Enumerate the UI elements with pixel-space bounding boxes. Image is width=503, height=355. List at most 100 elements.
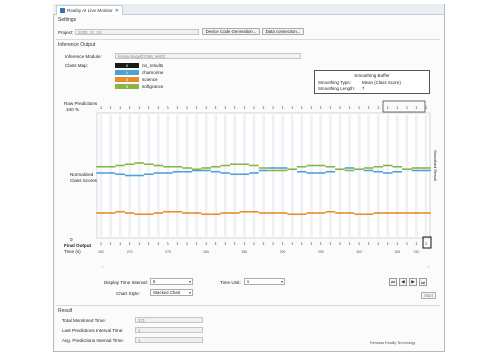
- smoothing-buffer-title: Smoothing Buffer: [354, 73, 390, 78]
- time-unit-label: Time Unit:: [220, 280, 241, 285]
- prediction-column: [99, 114, 103, 237]
- final-output-value: 1: [310, 241, 313, 246]
- tab-live-monitor[interactable]: Reality AI Live Monitor ✕: [56, 5, 123, 15]
- first-frame-button[interactable]: ⏮: [389, 278, 397, 286]
- raw-prediction-label: 1: [339, 105, 342, 110]
- x-tick-label: 285: [242, 250, 248, 254]
- prediction-column: [271, 114, 275, 237]
- previous-frame-button[interactable]: ◀: [399, 278, 407, 286]
- chart-style-select[interactable]: Stacked Chart ▾: [150, 289, 193, 296]
- chart-style-value: Stacked Chart: [153, 290, 181, 295]
- last-frame-button[interactable]: ⏭: [419, 278, 427, 286]
- final-output-value: 1: [272, 241, 275, 246]
- inference-module-field[interactable]: fortyai-bagel07196_sel02: [115, 53, 301, 59]
- prediction-column: [357, 114, 361, 237]
- x-tick-label: 260: [98, 250, 104, 254]
- prediction-column: [243, 114, 246, 237]
- prediction-column: [195, 114, 198, 237]
- final-output-value: 1: [215, 241, 218, 246]
- display-interval-label: Display Time Interval:: [104, 280, 148, 285]
- smoothing-length-value: 7: [362, 86, 365, 91]
- prediction-column: [310, 114, 313, 237]
- x-tick-label: 280: [203, 250, 209, 254]
- class-map-row: 3 softgrance: [115, 83, 163, 90]
- inference-module-label: Inference Module:: [65, 54, 102, 59]
- final-output-value: 1: [148, 241, 151, 246]
- final-output-value: 1: [176, 241, 179, 246]
- prediction-column: [415, 114, 418, 237]
- raw-prediction-label: 1: [138, 105, 141, 110]
- class-name: softgrance: [142, 84, 164, 89]
- raw-predictions-label: Raw Predictions: [64, 101, 98, 106]
- class-name: science: [142, 77, 158, 82]
- smoothed-result-label: Smoothed Result: [433, 150, 438, 181]
- class-name: chamorine: [142, 70, 164, 75]
- prediction-column: [185, 114, 189, 237]
- monitor-icon: [60, 8, 65, 13]
- prediction-column: [224, 114, 227, 237]
- final-output-value: 1: [396, 241, 399, 246]
- class-map-label: Class Map:: [65, 63, 88, 68]
- raw-prediction-label: 1: [157, 105, 160, 110]
- raw-prediction-label: 1: [234, 105, 237, 110]
- data-connection-button[interactable]: Data connection...: [262, 28, 304, 35]
- start-button[interactable]: Start: [421, 292, 436, 299]
- raw-prediction-label: 1: [119, 105, 122, 110]
- final-output-row: 1 1 1 1 1 1 1 1 1 1 1 1 1 1 1 1 1 1 1 1 1 1 1 1 1 1 1 1 1 1 1 1 1 1 1: [100, 241, 428, 246]
- final-output-value: 1: [119, 241, 122, 246]
- scroll-right-icon[interactable]: ›: [428, 264, 429, 269]
- raw-prediction-label: 1: [310, 105, 313, 110]
- raw-prediction-label: 1: [281, 105, 284, 110]
- total-monitored-time-label: Total Monitored Time:: [62, 318, 106, 323]
- inference-section-title: Inference Output: [58, 42, 96, 48]
- raw-prediction-label: 1: [291, 105, 294, 110]
- device-code-generation-button[interactable]: Device Code Generation...: [202, 28, 260, 35]
- class-map: 0 no_results 1 chamorine 2 science 3 sof…: [115, 62, 163, 90]
- project-field[interactable]: 2025_11_24: [75, 29, 199, 35]
- scroll-left-icon[interactable]: ‹: [102, 264, 103, 269]
- prediction-column: [405, 114, 409, 237]
- final-output-label: Final Output: [64, 243, 92, 248]
- class-map-row: 2 science: [115, 76, 163, 83]
- raw-prediction-label: 1: [367, 105, 370, 110]
- display-interval-select[interactable]: 5 ▾: [150, 278, 193, 285]
- time-unit-value: s: [247, 279, 250, 284]
- raw-prediction-label: 1: [176, 105, 179, 110]
- x-tick-label: 305: [394, 250, 400, 254]
- prediction-column: [176, 114, 179, 237]
- chevron-down-icon: ▾: [280, 279, 283, 284]
- avg-interval-field: 1: [135, 337, 203, 343]
- raw-prediction-label: 1: [272, 105, 275, 110]
- divider: [56, 39, 440, 40]
- latest-window-box: [382, 100, 426, 113]
- class-swatch: 2: [115, 77, 139, 82]
- percent-100-label: 100 %: [66, 107, 80, 112]
- final-output-value: 1: [301, 241, 304, 246]
- final-output-value: 1: [406, 241, 409, 246]
- raw-prediction-label: 1: [320, 105, 323, 110]
- next-frame-button[interactable]: ▶: [409, 278, 417, 286]
- prediction-column: [233, 114, 236, 237]
- final-output-value: 1: [167, 241, 170, 246]
- final-output-value: 1: [320, 241, 323, 246]
- display-interval-value: 5: [153, 279, 156, 284]
- x-tick-label: 300: [356, 250, 362, 254]
- raw-prediction-label: 1: [406, 105, 409, 110]
- chevron-down-icon: ▾: [188, 279, 191, 284]
- time-label: Time (s): [64, 249, 81, 254]
- time-unit-select[interactable]: s ▾: [244, 278, 285, 285]
- class-map-row: 1 chamorine: [115, 69, 163, 76]
- close-icon[interactable]: ✕: [115, 8, 119, 14]
- raw-prediction-label: 1: [358, 105, 361, 110]
- prediction-column: [367, 114, 370, 237]
- final-output-value: 1: [377, 241, 380, 246]
- raw-prediction-label: 1: [109, 105, 112, 110]
- final-output-value: 1: [262, 241, 265, 246]
- prediction-column: [424, 114, 428, 237]
- chart-style-label: Chart Style:: [116, 291, 140, 296]
- final-output-value: 1: [329, 241, 332, 246]
- x-tick-label: 310: [414, 250, 420, 254]
- x-tick-label: 290: [280, 250, 286, 254]
- smoothing-type-row: Smoothing Type: Mean (Class Score): [318, 80, 429, 85]
- final-output-value: 1: [358, 241, 361, 246]
